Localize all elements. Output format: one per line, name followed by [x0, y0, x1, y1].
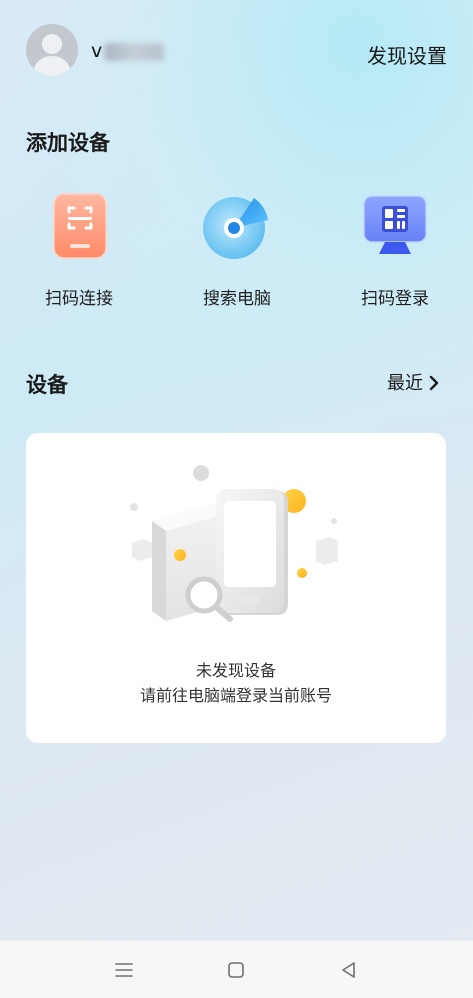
- avatar[interactable]: [26, 24, 78, 76]
- back-icon[interactable]: [338, 959, 360, 981]
- add-device-actions: 扫码连接 搜索电脑 扫码登录: [0, 190, 473, 320]
- scan-connect-label: 扫码连接: [45, 289, 113, 309]
- search-computer-icon: [202, 190, 272, 262]
- scan-login-button[interactable]: 扫码登录: [325, 190, 465, 310]
- scan-login-label: 扫码登录: [361, 289, 429, 309]
- username: v: [91, 40, 165, 62]
- discover-settings-button[interactable]: 发现设置: [367, 40, 447, 69]
- avatar-person-icon: [26, 24, 78, 76]
- username-prefix: v: [91, 40, 103, 62]
- scan-connect-button[interactable]: 扫码连接: [9, 190, 149, 310]
- chevron-right-icon: [429, 375, 439, 396]
- recent-label: 最近: [387, 373, 423, 394]
- devices-title: 设备: [26, 373, 68, 397]
- scan-connect-icon: [44, 190, 114, 262]
- empty-state-subtitle: 请前往电脑端登录当前账号: [139, 686, 332, 705]
- add-devices-title: 添加设备: [26, 131, 110, 155]
- username-redacted: [104, 42, 165, 61]
- home-icon[interactable]: [225, 959, 247, 981]
- header: v 发现设置: [0, 0, 473, 100]
- empty-devices-illustration: [130, 465, 338, 622]
- system-navigation-bar: [0, 940, 473, 998]
- recent-button[interactable]: 最近: [387, 369, 439, 396]
- search-computer-button[interactable]: 搜索电脑: [167, 190, 307, 310]
- menu-icon[interactable]: [113, 959, 135, 981]
- scan-login-icon: [360, 190, 430, 262]
- search-computer-label: 搜索电脑: [203, 289, 271, 309]
- devices-empty-card: 未发现设备 请前往电脑端登录当前账号: [26, 433, 446, 743]
- empty-state-title: 未发现设备: [195, 661, 276, 680]
